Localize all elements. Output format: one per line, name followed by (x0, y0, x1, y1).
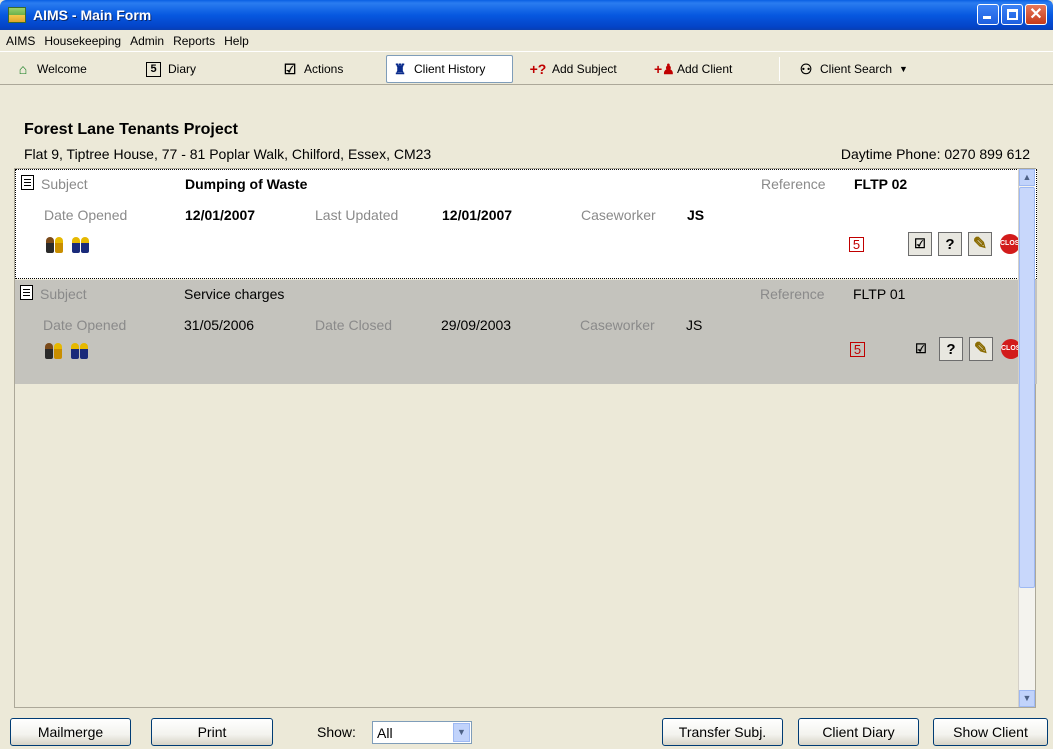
toolbar-separator (779, 57, 780, 81)
subject-title: Service charges (184, 286, 285, 302)
toolbar: ⌂ Welcome 5 Diary ☑ Actions ♜ Client His… (0, 51, 1053, 85)
client-history-label: Client History (414, 62, 486, 76)
people-icon[interactable] (45, 343, 65, 359)
date-closed-label: Date Closed (315, 317, 393, 333)
caseworker-value: JS (686, 317, 703, 333)
client-name: Forest Lane Tenants Project (24, 121, 238, 138)
actions-icon[interactable]: ☑ (908, 232, 932, 256)
minimize-icon (983, 16, 991, 19)
scroll-thumb[interactable] (1019, 187, 1035, 588)
window-controls: ✕ (977, 4, 1047, 25)
last-updated-value: 12/01/2007 (442, 207, 513, 223)
show-label: Show: (317, 724, 356, 740)
vertical-scrollbar[interactable]: ▲ ▼ (1018, 169, 1035, 707)
contacts-group (46, 237, 92, 253)
chevron-down-icon[interactable]: ▼ (453, 723, 470, 742)
footer-bar: Mailmerge Print Show: All ▼ Transfer Sub… (0, 710, 1053, 749)
chevron-down-icon[interactable]: ▼ (899, 64, 908, 74)
card-actions: 5 ☑ ? ✎ CLOSE (850, 337, 1025, 361)
edit-pencil-icon[interactable]: ✎ (969, 337, 993, 361)
subject-card[interactable]: Subject Dumping of Waste Reference FLTP … (15, 169, 1037, 279)
window-title: AIMS - Main Form (33, 7, 152, 23)
title-bar: AIMS - Main Form ✕ (0, 0, 1053, 30)
add-client-button[interactable]: +♟ Add Client (650, 55, 736, 83)
client-history-icon: ♜ (393, 60, 407, 77)
add-subject-button[interactable]: +? Add Subject (525, 55, 621, 83)
date-opened-label: Date Opened (43, 317, 127, 333)
menu-bar: AIMS Housekeeping Admin Reports Help (0, 30, 1053, 51)
calendar-icon: 5 (146, 61, 161, 77)
subject-title: Dumping of Waste (185, 176, 308, 192)
reference-label: Reference (760, 286, 825, 302)
transfer-subject-button[interactable]: Transfer Subj. (662, 718, 783, 746)
subject-label: Subject (41, 176, 88, 192)
actions-button[interactable]: ☑ Actions (277, 55, 347, 83)
subject-label: Subject (40, 286, 87, 302)
menu-reports[interactable]: Reports (173, 34, 215, 48)
caseworker-label: Caseworker (581, 207, 656, 223)
welcome-button[interactable]: ⌂ Welcome (10, 55, 91, 83)
menu-admin[interactable]: Admin (130, 34, 164, 48)
contacts-group (45, 343, 91, 359)
group-icon[interactable] (72, 237, 92, 253)
transfer-icon[interactable]: 5 (849, 236, 864, 252)
add-subject-icon: +? (529, 61, 547, 77)
help-button[interactable]: ? (939, 337, 963, 361)
card-actions: 5 ☑ ? ✎ CLOSE (849, 232, 1024, 256)
add-subject-label: Add Subject (552, 62, 617, 76)
last-updated-label: Last Updated (315, 207, 399, 223)
scroll-up-icon[interactable]: ▲ (1019, 169, 1035, 186)
print-button[interactable]: Print (151, 718, 273, 746)
client-diary-button[interactable]: Client Diary (798, 718, 919, 746)
reference-value: FLTP 01 (853, 286, 906, 302)
add-client-icon: +♟ (654, 60, 675, 77)
maximize-icon (1007, 9, 1018, 20)
checklist-icon: ☑ (283, 60, 297, 77)
client-history-button[interactable]: ♜ Client History (386, 55, 513, 83)
diary-button[interactable]: 5 Diary (142, 55, 200, 83)
binoculars-icon: ⚇ (799, 60, 813, 77)
show-filter-select[interactable]: All ▼ (372, 721, 472, 744)
date-opened-value: 31/05/2006 (184, 317, 255, 333)
reference-label: Reference (761, 176, 826, 192)
close-icon: ✕ (1029, 6, 1043, 23)
actions-label: Actions (304, 62, 344, 76)
document-icon (21, 175, 34, 190)
menu-aims[interactable]: AIMS (6, 34, 35, 48)
stop-sign-icon: CLOSE (1000, 234, 1024, 254)
client-search-button[interactable]: ⚇ Client Search ▼ (793, 55, 912, 83)
app-icon (8, 7, 26, 23)
client-search-label: Client Search (820, 62, 893, 76)
close-button[interactable]: ✕ (1025, 4, 1047, 25)
date-opened-label: Date Opened (44, 207, 128, 223)
add-client-label: Add Client (677, 62, 733, 76)
date-closed-value: 29/09/2003 (441, 317, 512, 333)
subject-card[interactable]: Subject Service charges Reference FLTP 0… (15, 280, 1037, 384)
help-button[interactable]: ? (938, 232, 962, 256)
home-icon: ⌂ (18, 61, 28, 77)
reference-value: FLTP 02 (854, 176, 908, 192)
caseworker-label: Caseworker (580, 317, 655, 333)
document-icon (20, 285, 33, 300)
maximize-button[interactable] (1001, 4, 1023, 25)
date-opened-value: 12/01/2007 (185, 207, 256, 223)
subjects-panel: Subject Dumping of Waste Reference FLTP … (14, 168, 1037, 708)
edit-pencil-icon[interactable]: ✎ (968, 232, 992, 256)
actions-icon[interactable]: ☑ (909, 337, 933, 361)
scroll-down-icon[interactable]: ▼ (1019, 690, 1035, 707)
client-address: Flat 9, Tiptree House, 77 - 81 Poplar Wa… (24, 146, 432, 162)
show-filter-value: All (377, 725, 393, 741)
diary-label: Diary (168, 62, 197, 76)
welcome-label: Welcome (37, 62, 87, 76)
people-icon[interactable] (46, 237, 66, 253)
caseworker-value: JS (687, 207, 705, 223)
minimize-button[interactable] (977, 4, 999, 25)
mailmerge-button[interactable]: Mailmerge (10, 718, 131, 746)
menu-help[interactable]: Help (224, 34, 249, 48)
show-client-button[interactable]: Show Client (933, 718, 1048, 746)
group-icon[interactable] (71, 343, 91, 359)
transfer-icon[interactable]: 5 (850, 341, 865, 357)
menu-housekeeping[interactable]: Housekeeping (44, 34, 121, 48)
client-phone: Daytime Phone: 0270 899 612 (840, 146, 1030, 162)
